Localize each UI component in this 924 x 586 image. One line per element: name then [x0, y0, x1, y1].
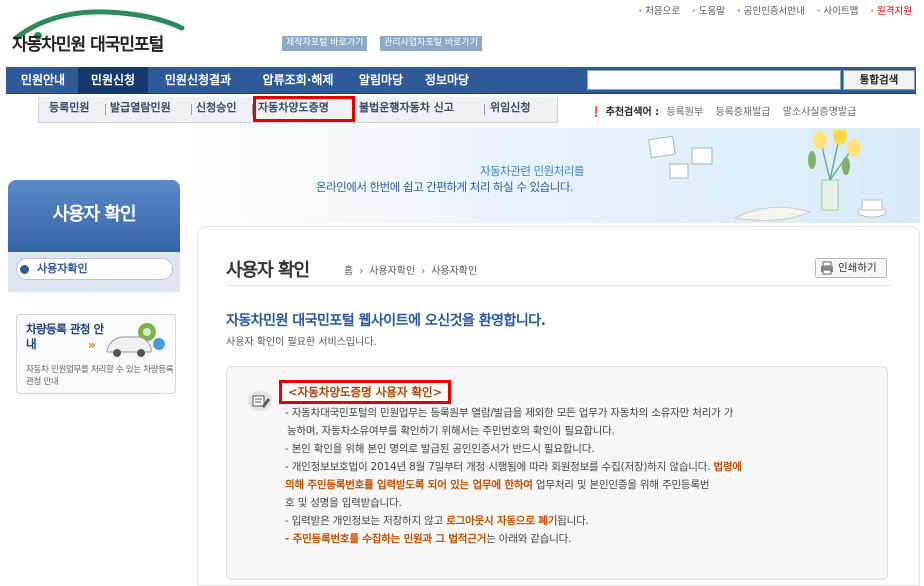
info-text-emphasis: 의해 주민등록번호를 입력받도록 되어 있는 업무에 한하여: [285, 479, 533, 491]
welcome-subtext: 사용자 확인이 필요한 서비스입니다.: [226, 337, 377, 348]
utility-links: 처음으로 도움말 공인인증서안내 사이트맵 원격지원: [630, 3, 913, 17]
transfer-cert-highlight: [253, 96, 355, 122]
banner-flower-book-illustration: [648, 130, 887, 221]
sub-divider: [191, 104, 192, 115]
nav-item-guide[interactable]: 민원안내: [10, 67, 76, 94]
sub-item-illegal-report[interactable]: 불법운행자동차 신고: [359, 97, 454, 121]
recommend-label: 추천검색어 :: [605, 107, 660, 118]
side-menu-bullet-icon: [20, 265, 29, 274]
recommended-keywords: ❗ 추천검색어 : 등록원부 등록증재발급 말소사실증명발급: [590, 103, 856, 118]
info-line: - 본인 확인을 위해 본인 명의로 발급된 공인인증서가 반드시 필요합니다.: [285, 443, 595, 455]
info-line: - 입력받은 개인정보는 저장하지 않고 로그아웃시 자동으로 폐기됩니다.: [285, 512, 880, 530]
sub-item-issue[interactable]: 발급열람민원: [110, 97, 171, 121]
memo-pencil-icon: [248, 391, 272, 411]
welcome-heading: 자동차민원 대국민포털 웹사이트에 오신것을 환영합니다.: [226, 313, 546, 329]
banner-text-line2: 온라인에서 한번에 쉽고 간편하게 처리 하실 수 있습니다.: [316, 180, 574, 194]
sub-divider: [105, 104, 106, 115]
recommend-keyword[interactable]: 말소사실증명발급: [783, 107, 857, 118]
promo-description: 자동차 민원업무를 처리할 수 있는 차량등록관청 안내: [26, 365, 174, 387]
info-line: 호 및 성명을 입력받습니다.: [285, 497, 402, 509]
nav-item-apply[interactable]: 민원신청: [78, 67, 148, 94]
nav-item-seizure[interactable]: 압류조회·해제: [250, 67, 346, 94]
info-line: 능하며, 자동차소유여부를 확인하기 위해서는 주민번호의 확인이 필요합니다.: [287, 425, 615, 437]
maker-portal-link[interactable]: 제작자포털 바로가기: [282, 36, 368, 51]
sub-item-approval[interactable]: 신청승인: [196, 97, 236, 121]
sub-divider: [484, 104, 485, 115]
nav-item-results[interactable]: 민원신청결과: [152, 67, 244, 94]
search-input[interactable]: [587, 70, 841, 90]
info-text-normal: 는 아래와 같습니다.: [486, 533, 572, 545]
util-home-link[interactable]: 처음으로: [639, 6, 681, 17]
util-sitemap-link[interactable]: 사이트맵: [817, 6, 859, 17]
info-text-normal: 업무처리 및 본인인증을 위해 주민등록번: [532, 479, 710, 491]
recommend-keyword[interactable]: 등록증재발급: [715, 107, 770, 118]
nav-item-info[interactable]: 정보마당: [416, 67, 478, 94]
car-gear-icon: [106, 323, 165, 357]
info-text-normal: - 입력받은 개인정보는 저장하지 않고: [285, 515, 447, 527]
recommend-keyword[interactable]: 등록원부: [666, 107, 703, 118]
breadcrumb-home[interactable]: 홈: [344, 266, 353, 277]
info-text-emphasis: 법령에: [713, 461, 742, 473]
info-text-emphasis: 로그아웃시 자동으로 폐기: [446, 515, 558, 527]
info-text-emphasis: - 주민등록번호를 수집하는 민원과 그 법적근거: [285, 533, 487, 545]
recommend-bullet-icon: ❗: [590, 107, 603, 118]
nav-item-notice[interactable]: 알림마당: [350, 67, 412, 94]
info-line: - 주민등록번호를 수집하는 민원과 그 법적근거는 아래와 같습니다.: [285, 530, 880, 548]
printer-icon: [821, 261, 833, 275]
sub-item-delegation[interactable]: 위임신청: [490, 97, 530, 121]
site-title[interactable]: 자동차민원 대국민포털: [12, 30, 164, 55]
info-text-normal: - 개인정보보호법이 2014년 8월 7일부터 개정 시행됨에 따라 회원정보…: [285, 461, 714, 473]
breadcrumb-item[interactable]: 사용자확인: [369, 266, 415, 277]
side-title: 사용자 확인: [52, 204, 136, 225]
info-title: <자동차양도증명 사용자 확인>: [279, 380, 452, 404]
info-line: - 자동차대국민포털의 민원업무는 등록원부 열람/발급을 제외한 모든 업무가…: [285, 407, 734, 419]
info-line: 의해 주민등록번호를 입력받도록 되어 있는 업무에 한하여 업무처리 및 본인…: [285, 476, 880, 494]
manager-portal-link[interactable]: 관리사업자포털 바로가기: [380, 36, 482, 51]
breadcrumb-chevron-icon: ›: [421, 266, 426, 277]
promo-arrow-icon: »: [88, 338, 96, 352]
breadcrumb-chevron-icon: ›: [359, 266, 364, 277]
sub-item-registration[interactable]: 등록민원: [49, 97, 89, 121]
info-text-normal: 됩니다.: [557, 515, 589, 527]
util-remote-support-link[interactable]: 원격지원: [870, 6, 912, 17]
search-button[interactable]: 통합검색: [843, 70, 915, 90]
util-help-link[interactable]: 도움말: [692, 6, 725, 17]
breadcrumb-current: 사용자확인: [431, 266, 478, 277]
info-line: - 개인정보보호법이 2014년 8월 7일부터 개정 시행됨에 따라 회원정보…: [285, 458, 880, 476]
page-title: 사용자 확인: [226, 260, 310, 281]
main-nav: 민원안내 민원신청 민원신청결과 압류조회·해제 알림마당 정보마당 통합검색: [6, 67, 916, 94]
info-text: - 자동차대국민포털의 민원업무는 등록원부 열람/발급을 제외한 모든 업무가…: [285, 404, 880, 548]
side-menu-user-check[interactable]: 사용자확인: [16, 258, 173, 280]
breadcrumb: 홈 › 사용자확인 › 사용자확인: [344, 262, 477, 277]
util-cert-link[interactable]: 공인인증서안내: [737, 6, 805, 17]
banner-text-line1: 자동차관련 민원처리를: [480, 164, 584, 178]
title-divider: [226, 285, 890, 286]
